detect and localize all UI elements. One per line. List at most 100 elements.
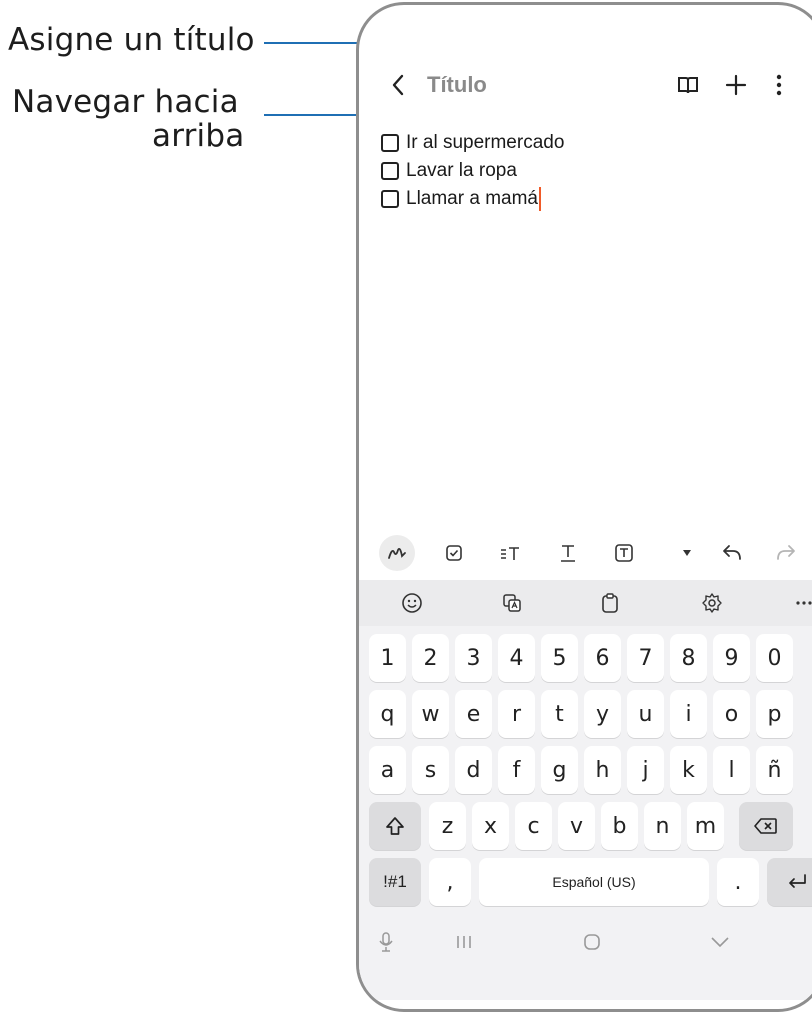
settings-icon	[702, 593, 722, 613]
key[interactable]: y	[584, 690, 621, 738]
key[interactable]: m	[687, 802, 724, 850]
shift-key[interactable]	[369, 802, 421, 850]
editor-toolbar	[359, 529, 812, 577]
reading-mode-button[interactable]	[673, 63, 703, 107]
add-button[interactable]	[721, 63, 751, 107]
checklist-item[interactable]: Llamar a mamá	[381, 185, 564, 213]
note-body[interactable]: Ir al supermercado Lavar la ropa Llamar …	[381, 129, 564, 213]
key[interactable]: 9	[713, 634, 750, 682]
key[interactable]: 4	[498, 634, 535, 682]
text-format-button[interactable]	[495, 529, 525, 577]
checklist-item-text: Lavar la ropa	[406, 160, 517, 181]
key[interactable]: 8	[670, 634, 707, 682]
key[interactable]: p	[756, 690, 793, 738]
key[interactable]: l	[713, 746, 750, 794]
key[interactable]: q	[369, 690, 406, 738]
backspace-icon	[754, 818, 777, 834]
checkbox-icon[interactable]	[381, 162, 399, 180]
keyboard-toolbar	[359, 580, 812, 626]
key[interactable]: h	[584, 746, 621, 794]
hide-keyboard-icon	[711, 937, 729, 948]
key[interactable]: 3	[455, 634, 492, 682]
checkbox-icon[interactable]	[381, 190, 399, 208]
key[interactable]: f	[498, 746, 535, 794]
comma-key[interactable]: ,	[429, 858, 471, 906]
key[interactable]: z	[429, 802, 466, 850]
text-format-icon	[501, 547, 519, 560]
pen-mode-button[interactable]	[377, 529, 417, 577]
dropdown-arrow-icon	[683, 550, 691, 556]
phone-frame: Título Ir al supermercado Lavar la ropa …	[356, 2, 812, 1012]
key[interactable]: n	[644, 802, 681, 850]
undo-icon	[723, 545, 741, 560]
checkbox-icon	[446, 545, 462, 561]
key[interactable]: a	[369, 746, 406, 794]
key[interactable]: u	[627, 690, 664, 738]
toolbar-dropdown[interactable]	[677, 529, 697, 577]
text-box-icon	[615, 544, 633, 562]
key[interactable]: s	[412, 746, 449, 794]
clipboard-icon	[602, 593, 618, 613]
key[interactable]: d	[455, 746, 492, 794]
key[interactable]: 6	[584, 634, 621, 682]
key[interactable]: i	[670, 690, 707, 738]
checklist-item-text: Ir al supermercado	[406, 132, 565, 153]
key[interactable]: k	[670, 746, 707, 794]
checkbox-icon[interactable]	[381, 134, 399, 152]
home-button[interactable]	[577, 922, 607, 962]
key[interactable]: j	[627, 746, 664, 794]
note-title-input[interactable]: Título	[427, 63, 487, 107]
app-bar: Título	[359, 63, 812, 107]
text-cursor	[539, 187, 541, 211]
key[interactable]: 0	[756, 634, 793, 682]
emoji-button[interactable]	[397, 580, 427, 626]
translate-icon	[503, 594, 521, 612]
key[interactable]: e	[455, 690, 492, 738]
key[interactable]: 7	[627, 634, 664, 682]
key[interactable]: 1	[369, 634, 406, 682]
keyboard-settings-button[interactable]	[697, 580, 727, 626]
redo-icon	[777, 545, 795, 560]
keyboard-more-button[interactable]	[789, 580, 812, 626]
more-icon	[796, 601, 812, 605]
key[interactable]: 2	[412, 634, 449, 682]
clipboard-button[interactable]	[595, 580, 625, 626]
key[interactable]: b	[601, 802, 638, 850]
more-vert-icon	[776, 74, 782, 96]
undo-button[interactable]	[717, 529, 747, 577]
period-key[interactable]: .	[717, 858, 759, 906]
symbols-key[interactable]: !#1	[369, 858, 421, 906]
key[interactable]: r	[498, 690, 535, 738]
more-options-button[interactable]	[769, 63, 789, 107]
key[interactable]: 5	[541, 634, 578, 682]
translate-button[interactable]	[497, 580, 527, 626]
text-box-button[interactable]	[609, 529, 639, 577]
recents-button[interactable]	[449, 922, 479, 962]
redo-button[interactable]	[771, 529, 801, 577]
callout-assign-title: Asigne un título	[8, 22, 255, 58]
back-button[interactable]	[385, 63, 411, 107]
checklist-item[interactable]: Lavar la ropa	[381, 157, 564, 185]
voice-input-button[interactable]	[371, 922, 401, 962]
recents-icon	[457, 936, 471, 948]
hide-keyboard-button[interactable]	[705, 922, 735, 962]
checklist-item[interactable]: Ir al supermercado	[381, 129, 564, 157]
key[interactable]: x	[472, 802, 509, 850]
pen-icon	[388, 547, 406, 559]
shift-icon	[386, 817, 404, 835]
key[interactable]: o	[713, 690, 750, 738]
enter-key[interactable]	[767, 858, 812, 906]
key[interactable]: c	[515, 802, 552, 850]
backspace-key[interactable]	[739, 802, 793, 850]
key[interactable]: t	[541, 690, 578, 738]
checkbox-tool-button[interactable]	[439, 529, 469, 577]
home-icon	[584, 934, 600, 950]
underline-button[interactable]	[553, 529, 583, 577]
key[interactable]: g	[541, 746, 578, 794]
book-icon	[678, 77, 698, 94]
underline-icon	[561, 545, 575, 562]
space-key[interactable]: Español (US)	[479, 858, 709, 906]
key[interactable]: ñ	[756, 746, 793, 794]
key[interactable]: w	[412, 690, 449, 738]
key[interactable]: v	[558, 802, 595, 850]
